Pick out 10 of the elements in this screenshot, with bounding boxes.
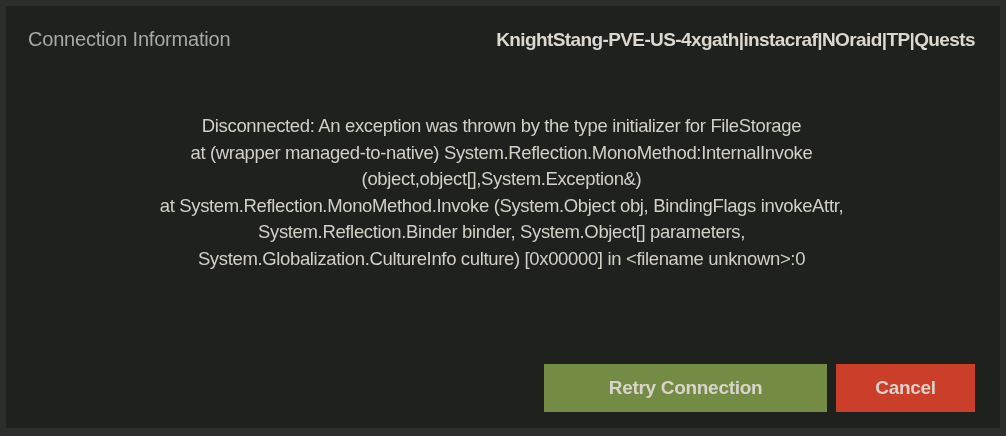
error-message-line: (object,object[],System.Exception&)	[361, 167, 642, 191]
retry-button[interactable]: Retry Connection	[544, 364, 827, 412]
error-message-line: at System.Reflection.MonoMethod.Invoke (System.Object obj, BindingFlags invokeAttr,	[159, 193, 844, 218]
error-message-line: at (wrapper managed-to-native) System.Reflection.MonoMethod:InternalInvoke	[190, 140, 813, 165]
error-message-line: System.Reflection.Binder binder, System.Object[] parameters,	[258, 220, 745, 244]
server-name: KnightStang-PVE-US-4xgath|instacraf|NOraid|TP|Quests	[496, 28, 975, 51]
dialog-title: Connection Information	[28, 28, 231, 51]
cancel-button[interactable]: Cancel	[836, 364, 975, 412]
error-message-line: Disconnected: An exception was thrown by the type initializer for FileStorage	[201, 114, 802, 138]
error-message-line: System.Globalization.CultureInfo culture) [0x00000] in <filename unknown>:0	[197, 246, 806, 271]
